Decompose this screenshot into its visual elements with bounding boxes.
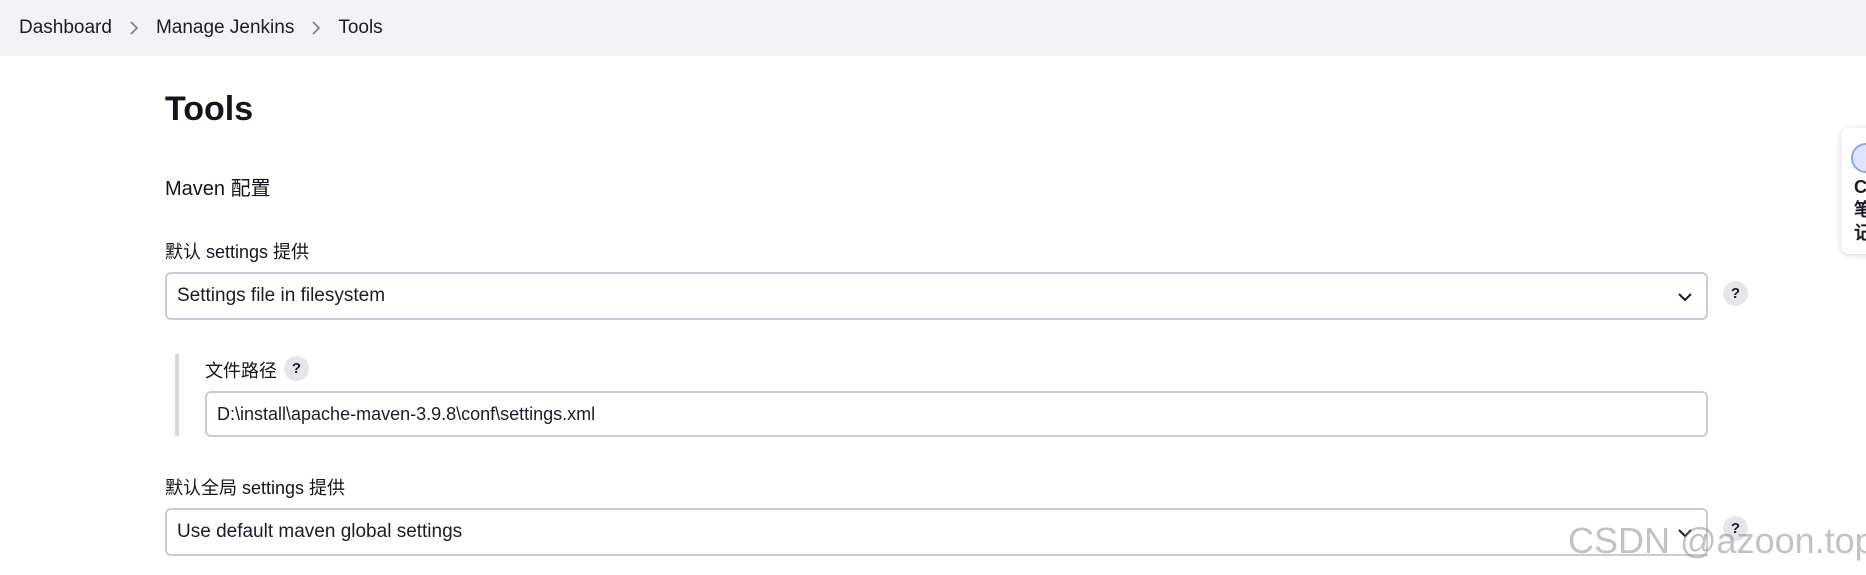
chevron-right-icon (294, 18, 338, 38)
file-path-label: 文件路径 (205, 361, 277, 381)
file-path-input[interactable] (205, 391, 1708, 437)
side-notes-widget[interactable]: C笔记 (1841, 128, 1866, 254)
chevron-down-icon (1678, 293, 1692, 302)
side-widget-label: C笔记 (1854, 177, 1866, 243)
chevron-down-icon (1678, 529, 1692, 538)
file-path-help-icon[interactable]: ? (284, 356, 309, 381)
breadcrumb-dashboard[interactable]: Dashboard (19, 17, 112, 39)
default-settings-help-icon[interactable]: ? (1723, 281, 1748, 306)
global-settings-value: Use default maven global settings (177, 521, 463, 542)
chevron-right-icon (112, 18, 156, 38)
page-title: Tools (165, 90, 254, 128)
global-settings-help-icon[interactable]: ? (1723, 516, 1748, 541)
breadcrumb: Dashboard Manage Jenkins Tools (0, 0, 1866, 56)
global-settings-select[interactable]: Use default maven global settings (165, 508, 1708, 556)
default-settings-label: 默认 settings 提供 (165, 242, 310, 262)
default-settings-select[interactable]: Settings file in filesystem (165, 272, 1708, 320)
breadcrumb-manage-jenkins[interactable]: Manage Jenkins (156, 17, 294, 39)
global-settings-label: 默认全局 settings 提供 (165, 478, 346, 498)
nested-indent-bar (175, 354, 179, 436)
notes-icon (1851, 143, 1866, 173)
breadcrumb-tools[interactable]: Tools (338, 17, 382, 39)
section-title-maven: Maven 配置 (165, 178, 271, 200)
default-settings-value: Settings file in filesystem (177, 285, 386, 306)
